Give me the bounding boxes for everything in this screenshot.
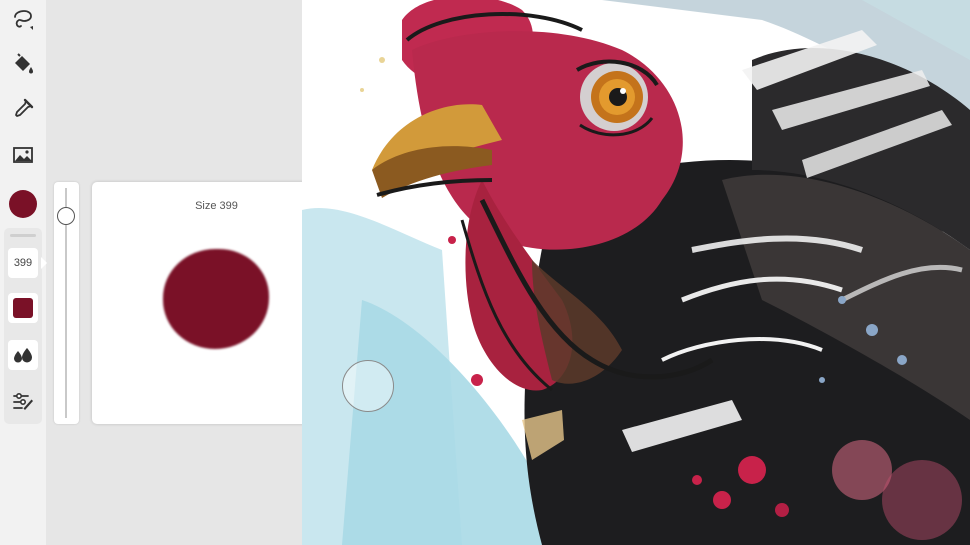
brush-settings-icon [13,392,33,410]
current-color-swatch[interactable] [9,190,37,218]
slider-thumb[interactable] [57,207,75,226]
group-handle[interactable] [10,234,36,237]
lasso-icon[interactable] [7,4,39,36]
brush-cursor [342,360,394,412]
brush-size-slider[interactable] [54,182,79,424]
brush-settings-button[interactable] [7,388,39,416]
eyedropper-icon[interactable] [7,93,39,125]
brush-color-swatch [13,298,33,318]
droplets-icon [14,348,32,363]
paint-bucket-icon[interactable] [7,48,39,80]
brush-color-button[interactable] [8,293,38,323]
left-toolbar: 399 [0,0,47,545]
brush-dab-preview [163,249,269,349]
rooster-artwork [302,0,970,545]
brush-size-button[interactable]: 399 [8,248,47,278]
brush-size-value: 399 [13,257,33,269]
brush-flow-button[interactable] [8,340,38,370]
image-icon[interactable] [7,139,39,171]
brush-controls: 399 [4,228,47,424]
drawing-canvas[interactable] [302,0,970,545]
